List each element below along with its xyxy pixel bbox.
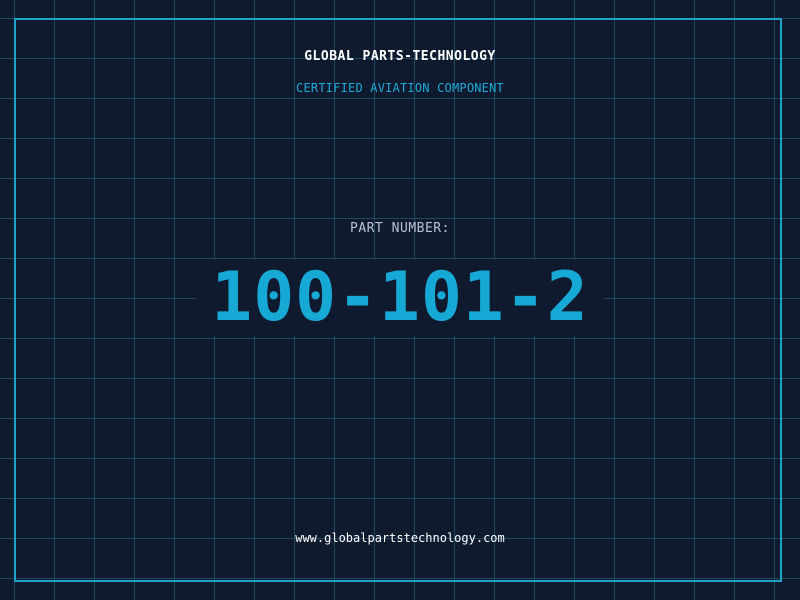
part-number-panel: 100-101-2 (196, 260, 604, 336)
certification-subtitle: CERTIFIED AVIATION COMPONENT (296, 81, 504, 95)
part-number-label: PART NUMBER: (350, 221, 450, 236)
website-url: www.globalpartstechnology.com (295, 531, 505, 545)
company-name: GLOBAL PARTS-TECHNOLOGY (304, 49, 496, 64)
part-number-value: 100-101-2 (211, 258, 589, 337)
